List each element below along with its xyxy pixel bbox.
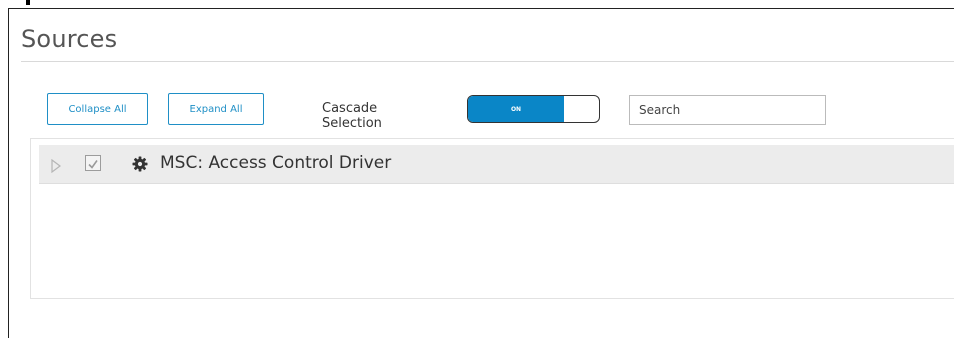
tree-row[interactable]: MSC: Access Control Driver (39, 145, 954, 184)
cascade-selection-toggle[interactable]: ON (467, 95, 600, 123)
tree-item-label: MSC: Access Control Driver (160, 153, 392, 173)
expand-arrow-icon[interactable] (51, 158, 61, 177)
sources-panel: Sources Collapse All Expand All Cascade … (8, 8, 954, 338)
expand-all-button[interactable]: Expand All (168, 93, 264, 125)
cascade-selection-label: Cascade Selection (322, 101, 382, 131)
search-input[interactable] (629, 95, 826, 125)
page-title: Sources (21, 25, 118, 53)
source-tree: MSC: Access Control Driver (30, 138, 954, 299)
title-divider (21, 61, 954, 62)
gear-icon (132, 156, 148, 172)
top-fragment (0, 0, 30, 6)
collapse-all-button[interactable]: Collapse All (47, 93, 148, 125)
toggle-on-label: ON (468, 96, 564, 122)
row-checkbox[interactable] (85, 155, 101, 171)
